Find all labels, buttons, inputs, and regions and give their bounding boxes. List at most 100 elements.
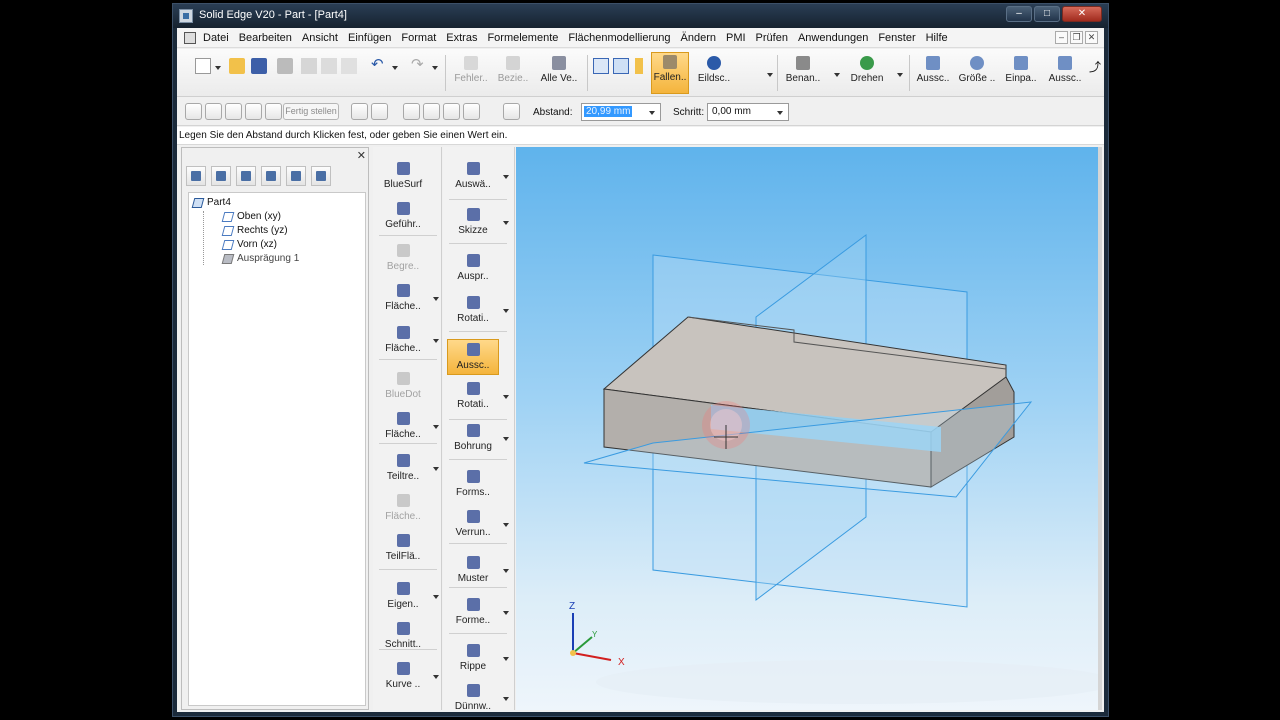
palette-right-button-0[interactable]: Auswä.. [447, 159, 509, 195]
symmetric-icon[interactable] [351, 103, 368, 120]
menu-item-7[interactable]: Flächenmodellierung [568, 32, 670, 44]
palette-left-button-7[interactable]: Teiltre.. [377, 451, 439, 487]
menu-item-9[interactable]: PMI [726, 32, 746, 44]
paste-icon[interactable] [341, 58, 357, 74]
menu-item-10[interactable]: Prüfen [756, 32, 788, 44]
fehler-button[interactable]: Fehler.. [451, 54, 491, 92]
menu-item-3[interactable]: Einfügen [348, 32, 391, 44]
extent-4-icon[interactable] [463, 103, 480, 120]
palette-dropdown-icon[interactable] [433, 467, 439, 471]
pathfinder-tool-3-icon[interactable] [236, 166, 256, 186]
pathfinder-tool-2-icon[interactable] [211, 166, 231, 186]
tree-item-plane-right[interactable]: Rechts (yz) [221, 225, 288, 236]
ausschnitt-2-button[interactable]: Aussc.. [1045, 54, 1085, 92]
rotate-dropdown-icon[interactable] [897, 73, 903, 77]
step-4-icon[interactable] [245, 103, 262, 120]
abstand-dropdown-icon[interactable] [649, 111, 655, 115]
step-1-icon[interactable] [185, 103, 202, 120]
palette-right-button-1[interactable]: Skizze [447, 205, 509, 241]
pathfinder-tool-6-icon[interactable] [311, 166, 331, 186]
palette-dropdown-icon[interactable] [503, 309, 509, 313]
einpassen-button[interactable]: Einpa.. [1001, 54, 1041, 92]
palette-dropdown-icon[interactable] [503, 395, 509, 399]
drehen-button[interactable]: Drehen [847, 54, 887, 92]
direction-icon[interactable] [371, 103, 388, 120]
palette-dropdown-icon[interactable] [503, 569, 509, 573]
palette-dropdown-icon[interactable] [503, 175, 509, 179]
view-cube-2-icon[interactable] [613, 58, 629, 74]
palette-dropdown-icon[interactable] [433, 297, 439, 301]
save-icon[interactable] [251, 58, 267, 74]
tree-item-plane-front[interactable]: Vorn (xz) [221, 239, 277, 250]
menu-item-13[interactable]: Hilfe [926, 32, 948, 44]
palette-right-button-12[interactable]: Dünnw.. [447, 681, 509, 717]
palette-dropdown-icon[interactable] [433, 595, 439, 599]
extent-2-icon[interactable] [423, 103, 440, 120]
pathfinder-tool-1-icon[interactable] [186, 166, 206, 186]
new-file-icon[interactable] [195, 58, 211, 74]
palette-right-button-8[interactable]: Verrun.. [447, 507, 509, 543]
palette-right-button-4[interactable]: Aussc.. [447, 339, 499, 375]
fallen-lassen-button[interactable]: Fallen.. [651, 52, 689, 94]
new-dropdown-icon[interactable] [215, 66, 221, 70]
menu-item-11[interactable]: Anwendungen [798, 32, 868, 44]
treatment-icon[interactable] [503, 103, 520, 120]
menu-item-5[interactable]: Extras [446, 32, 477, 44]
schritt-input[interactable]: 0,00 mm [707, 103, 789, 121]
doc-restore-button[interactable]: ❐ [1070, 31, 1083, 44]
doc-close-button[interactable]: ✕ [1085, 31, 1098, 44]
undo-icon[interactable]: ↶ [371, 57, 387, 74]
palette-left-button-10[interactable]: Eigen.. [377, 579, 439, 615]
print-icon[interactable] [277, 58, 293, 74]
tree-item-plane-top[interactable]: Oben (xy) [221, 211, 281, 222]
menu-item-1[interactable]: Bearbeiten [239, 32, 292, 44]
palette-dropdown-icon[interactable] [503, 523, 509, 527]
menu-item-2[interactable]: Ansicht [302, 32, 338, 44]
pathfinder-tool-5-icon[interactable] [286, 166, 306, 186]
cut-icon[interactable] [301, 58, 317, 74]
eildschirm-button[interactable]: Eildsc.. [695, 54, 733, 92]
3d-viewport[interactable]: Z X Y [516, 147, 1102, 710]
palette-dropdown-icon[interactable] [503, 611, 509, 615]
pathfinder-close-icon[interactable]: ✕ [357, 149, 366, 162]
palette-right-button-6[interactable]: Bohrung [447, 421, 509, 457]
toolbar-overflow-icon[interactable]: ⤴ [1089, 58, 1105, 74]
palette-right-button-3[interactable]: Rotati.. [447, 293, 509, 329]
palette-left-button-12[interactable]: Kurve .. [377, 659, 439, 695]
palette-left-button-2[interactable]: Begre.. [377, 241, 429, 277]
named-views-dropdown-icon[interactable] [834, 73, 840, 77]
palette-left-button-5[interactable]: BlueDot [377, 369, 429, 405]
menu-item-4[interactable]: Format [401, 32, 436, 44]
highlight-icon[interactable] [635, 58, 643, 74]
palette-right-button-5[interactable]: Rotati.. [447, 379, 509, 415]
viewport-scrollbar[interactable] [1098, 147, 1102, 710]
palette-dropdown-icon[interactable] [433, 339, 439, 343]
close-button[interactable]: ✕ [1062, 6, 1102, 22]
palette-dropdown-icon[interactable] [433, 675, 439, 679]
palette-dropdown-icon[interactable] [503, 221, 509, 225]
tree-item-extrusion[interactable]: Ausprägung 1 [221, 253, 299, 264]
minimize-button[interactable]: – [1006, 6, 1032, 22]
schritt-dropdown-icon[interactable] [777, 111, 783, 115]
palette-left-button-3[interactable]: Fläche.. [377, 281, 439, 317]
palette-left-button-1[interactable]: Geführ.. [377, 199, 429, 235]
palette-dropdown-icon[interactable] [433, 425, 439, 429]
alle-verbindungen-button[interactable]: Alle Ve.. [537, 54, 581, 92]
palette-left-button-8[interactable]: Fläche.. [377, 491, 429, 527]
step-2-icon[interactable] [205, 103, 222, 120]
view-cube-icon[interactable] [593, 58, 609, 74]
palette-right-button-9[interactable]: Muster [447, 553, 509, 589]
palette-dropdown-icon[interactable] [503, 697, 509, 701]
palette-left-button-0[interactable]: BlueSurf [377, 159, 429, 195]
title-bar[interactable]: Solid Edge V20 - Part - [Part4] – □ ✕ [173, 4, 1108, 28]
pathfinder-tool-4-icon[interactable] [261, 166, 281, 186]
document-menu-icon[interactable] [184, 32, 196, 44]
palette-right-button-10[interactable]: Forme.. [447, 595, 509, 631]
beziehungen-button[interactable]: Bezie.. [495, 54, 531, 92]
finish-button[interactable]: Fertig stellen [283, 103, 339, 120]
step-3-icon[interactable] [225, 103, 242, 120]
palette-dropdown-icon[interactable] [503, 657, 509, 661]
ausschnitt-button[interactable]: Aussc.. [913, 54, 953, 92]
benannte-ansichten-button[interactable]: Benan.. [783, 54, 823, 92]
palette-left-button-9[interactable]: TeilFlä.. [377, 531, 429, 567]
